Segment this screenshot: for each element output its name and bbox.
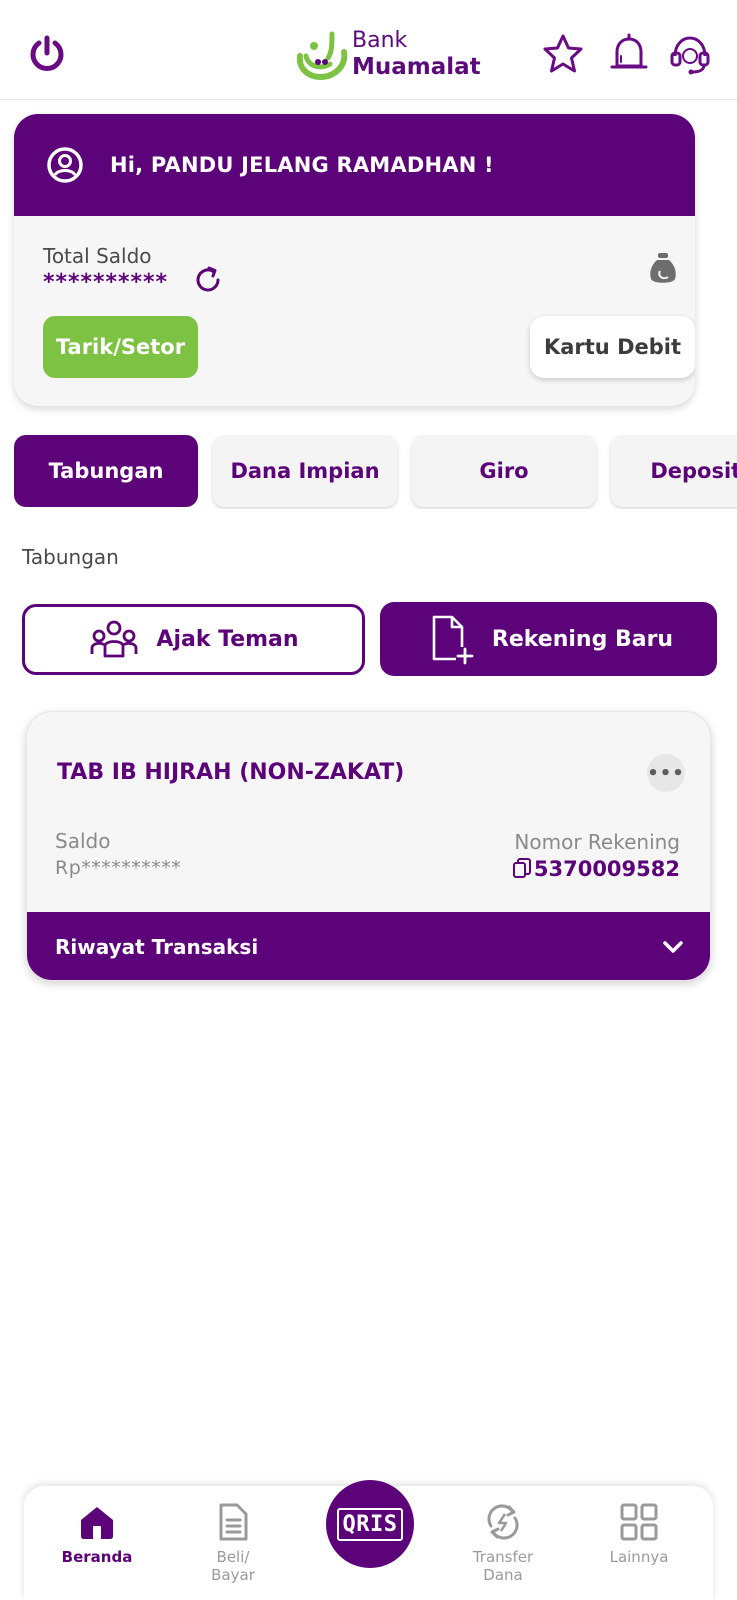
nav-beli-label: Beli/ Bayar <box>211 1548 255 1584</box>
riwayat-transaksi-label: Riwayat Transaksi <box>55 935 259 959</box>
tab-tabungan[interactable]: Tabungan <box>14 435 198 507</box>
brand-line1: Bank <box>352 28 408 53</box>
greeting-header: Hi, PANDU JELANG RAMADHAN ! <box>14 114 695 216</box>
bottom-navigation: Beranda Beli/ Bayar QRIS Transfer Dana L… <box>24 1480 713 1600</box>
account-name: TAB IB HIJRAH (NON-ZAKAT) <box>57 760 405 785</box>
total-saldo-value: ********** <box>43 270 169 295</box>
brand-line2: Muamalat <box>352 54 481 80</box>
grid-icon <box>620 1503 658 1541</box>
receipt-icon <box>219 1503 248 1541</box>
headset-icon[interactable] <box>668 32 712 76</box>
bell-icon[interactable] <box>607 32 651 76</box>
refresh-icon[interactable] <box>192 264 224 296</box>
nav-transfer-label: Transfer Dana <box>472 1548 534 1584</box>
qris-logo-icon: QRIS <box>336 1507 404 1541</box>
transfer-icon <box>487 1504 519 1540</box>
user-icon[interactable] <box>46 146 84 184</box>
qris-button[interactable]: QRIS <box>326 1480 414 1568</box>
more-options-icon[interactable]: ••• <box>647 754 685 792</box>
rekening-baru-label: Rekening Baru <box>491 626 674 652</box>
kartu-debit-button[interactable]: Kartu Debit <box>530 316 695 378</box>
saldo-label: Saldo <box>55 829 111 853</box>
nav-beli-bayar[interactable]: Beli/ Bayar <box>178 1502 288 1584</box>
nav-lainnya-label: Lainnya <box>609 1548 669 1566</box>
rekening-baru-button[interactable]: Rekening Baru <box>380 602 717 676</box>
nomor-rekening-value: 5370009582 <box>533 857 680 881</box>
tab-dana-impian[interactable]: Dana Impian <box>213 435 397 507</box>
section-title: Tabungan <box>22 545 119 569</box>
balance-card: Hi, PANDU JELANG RAMADHAN ! Total Saldo … <box>14 114 695 406</box>
top-bar: Bank Muamalat <box>0 0 737 100</box>
nav-beranda[interactable]: Beranda <box>42 1502 152 1566</box>
greeting-text: Hi, PANDU JELANG RAMADHAN ! <box>110 153 494 177</box>
new-document-icon <box>432 615 474 665</box>
account-card[interactable]: TAB IB HIJRAH (NON-ZAKAT) ••• Saldo Rp**… <box>26 711 711 981</box>
tab-giro[interactable]: Giro <box>412 435 596 507</box>
account-type-tabs: Tabungan Dana Impian Giro Deposito <box>14 435 737 509</box>
chevron-down-icon <box>663 941 683 953</box>
total-saldo-label: Total Saldo <box>43 244 152 268</box>
bank-logo: Bank Muamalat <box>292 26 481 84</box>
tab-deposito[interactable]: Deposito <box>611 435 737 507</box>
nav-beranda-label: Beranda <box>61 1548 133 1566</box>
people-icon <box>91 620 138 657</box>
nomor-rekening-row[interactable]: 5370009582 <box>512 857 680 881</box>
nomor-rekening-label: Nomor Rekening <box>514 830 680 854</box>
nav-transfer-dana[interactable]: Transfer Dana <box>448 1502 558 1584</box>
ajak-teman-label: Ajak Teman <box>156 627 299 652</box>
saldo-value: Rp********** <box>55 857 182 879</box>
money-bag-icon[interactable] <box>647 251 679 287</box>
nav-lainnya[interactable]: Lainnya <box>584 1502 694 1566</box>
logo-mark-icon <box>296 31 348 80</box>
star-icon[interactable] <box>541 32 585 76</box>
tarik-setor-button[interactable]: Tarik/Setor <box>43 316 198 378</box>
home-icon <box>81 1507 113 1539</box>
power-icon[interactable] <box>26 33 68 75</box>
ajak-teman-button[interactable]: Ajak Teman <box>22 604 365 675</box>
copy-icon[interactable] <box>512 858 532 880</box>
riwayat-transaksi-toggle[interactable]: Riwayat Transaksi <box>27 912 710 980</box>
